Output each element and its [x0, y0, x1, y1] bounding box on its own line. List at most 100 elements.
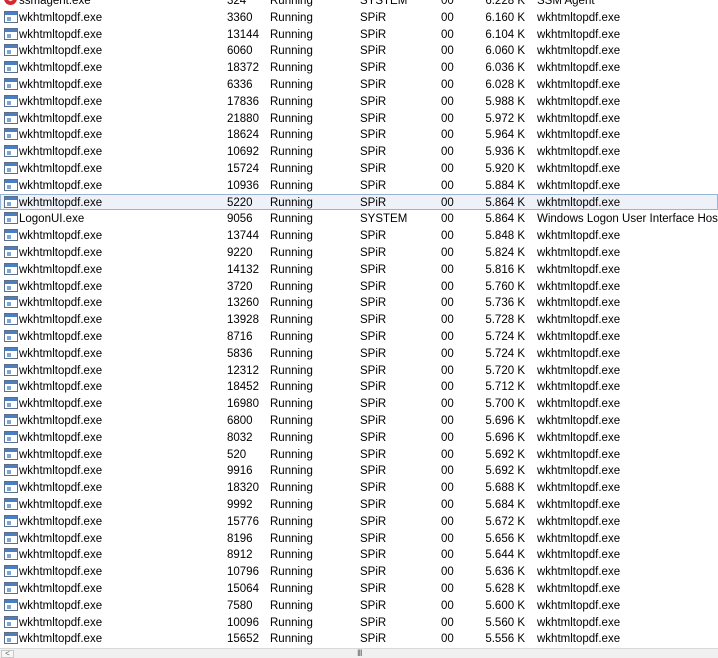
horizontal-scrollbar[interactable]: < III	[0, 648, 718, 658]
process-row[interactable]: wkhtmltopdf.exe 3360 Running SPiR 00 6.160 Kw…	[0, 9, 718, 25]
app-window-icon	[4, 632, 18, 645]
app-window-icon	[4, 78, 18, 90]
process-row[interactable]: wkhtmltopdf.exe 9916 Running SPiR 00 5.692 Kw…	[0, 462, 718, 478]
process-memory: 5.692 K	[485, 448, 525, 461]
process-status: Running	[270, 566, 313, 579]
app-window-icon	[4, 128, 18, 141]
process-memory: 5.972 K	[485, 112, 525, 125]
process-row[interactable]: wkhtmltopdf.exe 10096 Running SPiR 00 5.560 K…	[0, 614, 718, 630]
process-name: wkhtmltopdf.exe	[19, 95, 103, 108]
process-row[interactable]: wkhtmltopdf.exe 17836 Running SPiR 00 5.988 K…	[0, 93, 718, 109]
process-row[interactable]: ssmagent.exe 324 Running SYSTEM 00 6.228 K SSM…	[0, 0, 718, 8]
process-row[interactable]: wkhtmltopdf.exe 5836 Running SPiR 00 5.724 Kw…	[0, 345, 718, 361]
process-description: wkhtmltopdf.exe	[537, 364, 621, 377]
process-status: Running	[270, 415, 313, 427]
process-memory: 5.692 K	[485, 465, 525, 478]
process-name: wkhtmltopdf.exe	[19, 599, 103, 612]
process-row[interactable]: wkhtmltopdf.exe 16980 Running SPiR 00 5.700 K…	[0, 395, 718, 411]
process-description: wkhtmltopdf.exe	[537, 633, 621, 646]
process-row[interactable]: wkhtmltopdf.exe 7580 Running SPiR 00 5.600 Kw…	[0, 597, 718, 613]
process-name: wkhtmltopdf.exe	[19, 79, 103, 91]
process-row[interactable]: wkhtmltopdf.exe 8032 Running SPiR 00 5.696 Kw…	[0, 429, 718, 445]
process-row[interactable]: wkhtmltopdf.exe 18452 Running SPiR 00 5.712 K…	[0, 378, 718, 394]
process-pid: 13260	[227, 297, 259, 310]
process-row[interactable]: wkhtmltopdf.exe 13260 Running SPiR 00 5.736 K…	[0, 294, 718, 310]
process-row[interactable]: wkhtmltopdf.exe 13928 Running SPiR 00 5.728 K…	[0, 311, 718, 327]
process-memory: 5.688 K	[485, 482, 525, 495]
process-status: Running	[270, 381, 313, 394]
process-memory: 6.060 K	[485, 45, 525, 58]
process-row[interactable]: wkhtmltopdf.exe 8196 Running SPiR 00 5.656 Kw…	[0, 530, 718, 546]
process-row[interactable]: wkhtmltopdf.exe 13144 Running SPiR 00 6.104 K…	[0, 26, 718, 42]
process-user: SPiR	[360, 95, 387, 108]
process-row[interactable]: wkhtmltopdf.exe 9992 Running SPiR 00 5.684 Kw…	[0, 496, 718, 512]
process-description: wkhtmltopdf.exe	[537, 62, 621, 75]
process-row[interactable]: wkhtmltopdf.exe 21880 Running SPiR 00 5.972 K…	[0, 110, 718, 126]
process-user: SPiR	[360, 196, 387, 209]
app-window-icon	[4, 363, 18, 376]
process-memory: 5.936 K	[485, 146, 525, 159]
process-description: wkhtmltopdf.exe	[537, 515, 621, 528]
process-memory: 5.920 K	[485, 163, 525, 175]
process-pid: 5836	[227, 347, 253, 360]
process-user: SPiR	[360, 532, 387, 545]
process-description: wkhtmltopdf.exe	[537, 431, 621, 444]
process-row[interactable]: wkhtmltopdf.exe 15064 Running SPiR 00 5.628 K…	[0, 580, 718, 596]
process-status: Running	[270, 0, 313, 7]
process-description: wkhtmltopdf.exe	[537, 45, 621, 58]
process-row[interactable]: wkhtmltopdf.exe 6060 Running SPiR 00 6.060 Kw…	[0, 42, 718, 58]
process-row[interactable]: wkhtmltopdf.exe 8716 Running SPiR 00 5.724 Kw…	[0, 328, 718, 344]
process-row[interactable]: wkhtmltopdf.exe 6336 Running SPiR 00 6.028 Kw…	[0, 76, 718, 92]
scroll-left-arrow-icon[interactable]: <	[1, 650, 14, 658]
process-name: wkhtmltopdf.exe	[19, 364, 103, 377]
process-row[interactable]: wkhtmltopdf.exe 8912 Running SPiR 00 5.644 Kw…	[0, 546, 718, 562]
process-description: wkhtmltopdf.exe	[537, 112, 621, 125]
process-pid: 18320	[227, 482, 259, 495]
process-row[interactable]: wkhtmltopdf.exe 18624 Running SPiR 00 5.964 K…	[0, 126, 718, 142]
app-window-icon	[4, 27, 18, 40]
process-pid: 6060	[227, 45, 253, 58]
process-row[interactable]: wkhtmltopdf.exe 520 Running SPiR 00 5.692 Kwk…	[0, 446, 718, 462]
process-status: Running	[270, 347, 313, 360]
process-name: wkhtmltopdf.exe	[19, 331, 103, 343]
process-user: SPiR	[360, 465, 387, 478]
process-row[interactable]: wkhtmltopdf.exe 18372 Running SPiR 00 6.036 K…	[0, 59, 718, 75]
process-row[interactable]: wkhtmltopdf.exe 15652 Running SPiR 00 5.556 K…	[0, 630, 718, 646]
process-row[interactable]: wkhtmltopdf.exe 18320 Running SPiR 00 5.688 K…	[0, 479, 718, 495]
process-row[interactable]: wkhtmltopdf.exe 15724 Running SPiR 00 5.920 K…	[0, 160, 718, 176]
process-status: Running	[270, 314, 313, 327]
process-row[interactable]: wkhtmltopdf.exe 15776 Running SPiR 00 5.672 K…	[0, 513, 718, 529]
process-description: wkhtmltopdf.exe	[537, 129, 621, 142]
app-window-icon	[4, 212, 18, 225]
process-row[interactable]: wkhtmltopdf.exe 12312 Running SPiR 00 5.720 K…	[0, 362, 718, 378]
process-memory: 5.628 K	[485, 583, 525, 595]
process-memory: 5.600 K	[485, 599, 525, 612]
process-pid: 520	[227, 448, 247, 461]
process-row[interactable]: wkhtmltopdf.exe 3720 Running SPiR 00 5.760 Kw…	[0, 278, 718, 294]
process-pid: 15776	[227, 515, 259, 528]
process-row[interactable]: wkhtmltopdf.exe 6800 Running SPiR 00 5.696 Kw…	[0, 412, 718, 428]
process-user: SPiR	[360, 146, 387, 159]
process-row[interactable]: wkhtmltopdf.exe 9220 Running SPiR 00 5.824 Kw…	[0, 244, 718, 260]
process-user: SPiR	[360, 381, 387, 394]
process-row[interactable]: wkhtmltopdf.exe 14132 Running SPiR 00 5.816 K…	[0, 261, 718, 277]
process-row[interactable]: wkhtmltopdf.exe 13744 Running SPiR 00 5.848 K…	[0, 227, 718, 243]
process-row[interactable]: wkhtmltopdf.exe 10936 Running SPiR 00 5.884 K…	[0, 177, 718, 193]
process-user: SPiR	[360, 45, 387, 58]
process-name: wkhtmltopdf.exe	[19, 347, 103, 360]
process-status: Running	[270, 112, 313, 125]
process-pid: 12312	[227, 364, 259, 377]
process-memory: 5.696 K	[485, 415, 525, 427]
process-row[interactable]: wkhtmltopdf.exe 10796 Running SPiR 00 5.636 K…	[0, 563, 718, 579]
process-memory: 5.816 K	[485, 263, 525, 276]
process-row[interactable]: wkhtmltopdf.exe 5220 Running SPiR 00 5.864 Kw…	[0, 193, 718, 210]
process-user: SPiR	[360, 263, 387, 276]
process-user: SPiR	[360, 314, 387, 327]
process-name: wkhtmltopdf.exe	[19, 398, 103, 411]
scroll-grip-icon[interactable]: III	[357, 649, 362, 658]
process-description: wkhtmltopdf.exe	[537, 381, 621, 394]
process-row[interactable]: wkhtmltopdf.exe 10692 Running SPiR 00 5.936 K…	[0, 143, 718, 159]
process-row[interactable]: LogonUI.exe 9056 Running SYSTEM 00 5.864 K Win…	[0, 210, 718, 226]
process-pid: 17836	[227, 95, 259, 108]
app-window-icon	[4, 229, 18, 242]
